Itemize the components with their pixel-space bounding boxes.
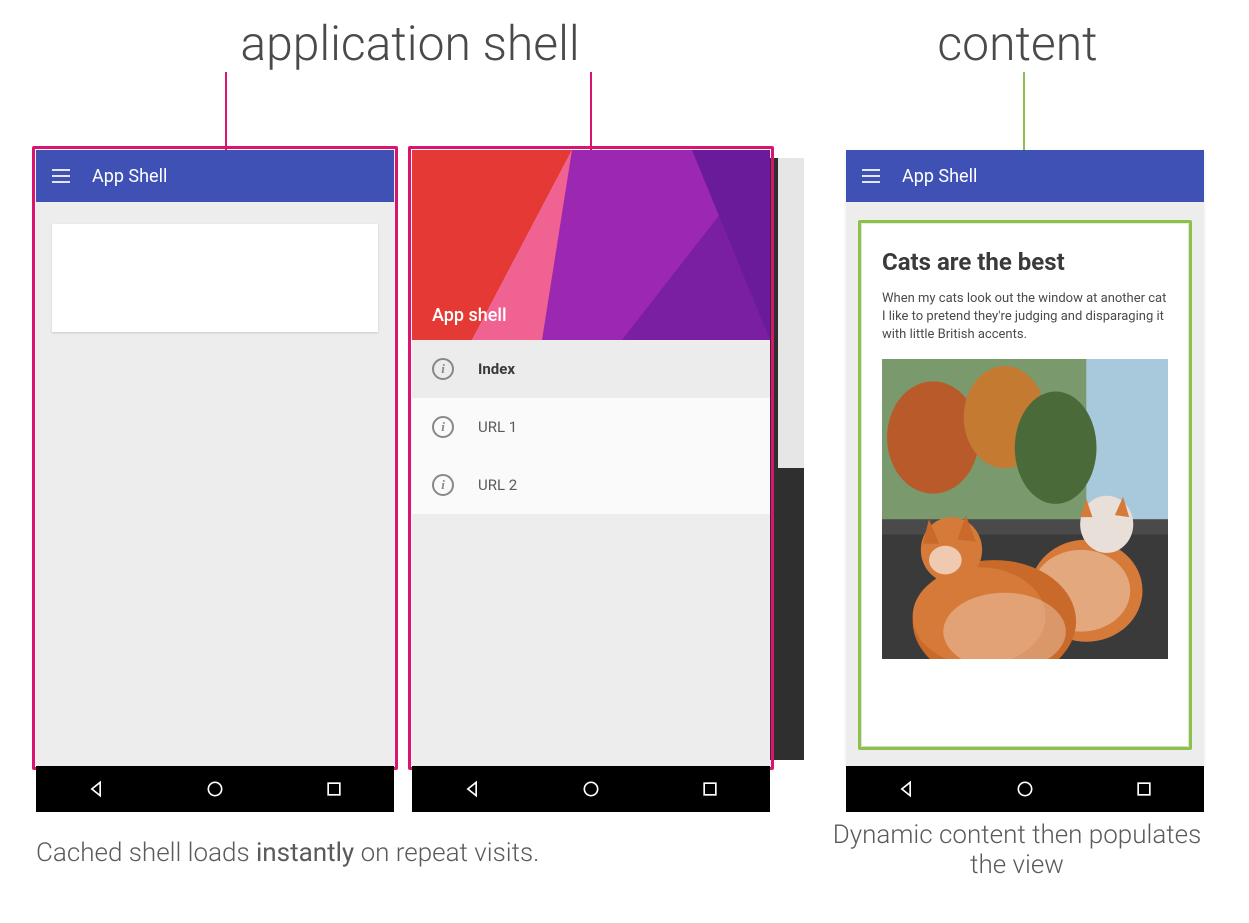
drawer-header: App shell: [412, 150, 770, 340]
phones-row: App Shell App shell: [0, 150, 1249, 766]
android-nav-bar: [36, 766, 394, 812]
app-bar: App Shell: [846, 150, 1204, 202]
hamburger-icon[interactable]: [862, 169, 880, 183]
drawer-header-title: App shell: [432, 305, 507, 326]
nav-home-icon[interactable]: [581, 779, 601, 799]
phone-body-empty: [36, 202, 394, 762]
phone-body-content: Cats are the best When my cats look out …: [846, 202, 1204, 762]
connector-shell-right: [590, 72, 592, 150]
phone-content: App Shell Cats are the best When my cats…: [846, 150, 1204, 766]
label-application-shell: application shell: [0, 15, 820, 72]
app-bar-title: App Shell: [902, 166, 977, 187]
nav-recent-icon[interactable]: [700, 779, 720, 799]
android-nav-bar: [846, 766, 1204, 812]
nav-back-icon[interactable]: [86, 779, 106, 799]
connector-shell-left: [225, 72, 227, 150]
phone-shell-empty: App Shell: [36, 150, 394, 766]
label-content: content: [820, 15, 1215, 72]
nav-home-icon[interactable]: [1015, 779, 1035, 799]
top-labels-row: application shell content: [0, 0, 1249, 72]
nav-recent-icon[interactable]: [1134, 779, 1154, 799]
nav-back-icon[interactable]: [462, 779, 482, 799]
nav-back-icon[interactable]: [896, 779, 916, 799]
android-nav-bar: [412, 766, 770, 812]
caption-shell-prefix: Cached shell loads: [36, 838, 256, 868]
content-card: Cats are the best When my cats look out …: [862, 224, 1188, 746]
caption-shell-bold: instantly: [256, 838, 354, 868]
content-image-cats: [882, 359, 1168, 659]
nav-home-icon[interactable]: [205, 779, 225, 799]
caption-shell-suffix: on repeat visits.: [354, 838, 539, 868]
caption-content: Dynamic content then populates the view: [821, 820, 1213, 880]
empty-placeholder-card: [52, 224, 378, 332]
caption-shell: Cached shell loads instantly on repeat v…: [36, 838, 770, 880]
nav-recent-icon[interactable]: [324, 779, 344, 799]
phone-backdrop-strip: [770, 158, 804, 760]
phone-shell-drawer: App shell i Index i URL 1 i URL 2: [412, 150, 770, 766]
